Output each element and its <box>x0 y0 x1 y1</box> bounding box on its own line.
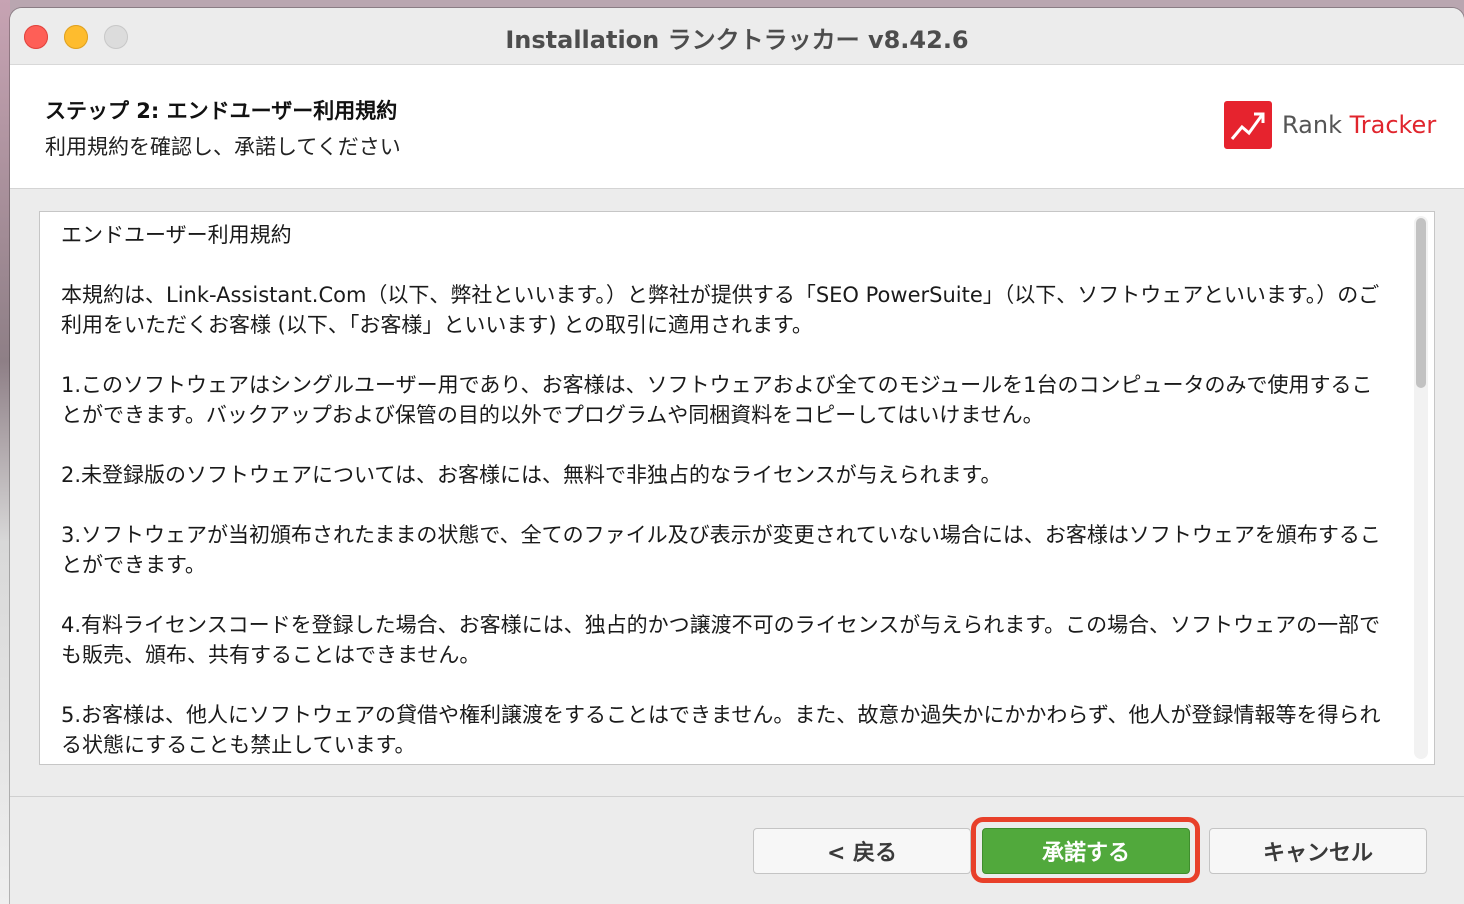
vertical-scrollbar[interactable] <box>1414 216 1428 759</box>
content-area: エンドユーザー利用規約 本規約は、Link-Assistant.Com（以下、弊… <box>10 189 1464 789</box>
agreement-paragraph: 4.有料ライセンスコードを登録した場合、お客様には、独占的かつ譲渡不可のライセン… <box>61 613 1381 667</box>
window-title: Installation ランクトラッカー v8.42.6 <box>505 26 969 54</box>
agreement-paragraph: 5.お客様は、他人にソフトウェアの貸借や権利譲渡をすることはできません。また、故… <box>61 703 1381 757</box>
agreement-paragraph: 1.このソフトウェアはシングルユーザー用であり、お客様は、ソフトウェアおよび全て… <box>61 373 1373 427</box>
logo-wordmark: Rank Tracker <box>1282 111 1436 139</box>
agreement-heading: エンドユーザー利用規約 <box>61 223 292 247</box>
scrollbar-thumb[interactable] <box>1416 218 1426 388</box>
accept-button[interactable]: 承諾する <box>982 828 1190 874</box>
cancel-button[interactable]: キャンセル <box>1209 828 1427 874</box>
license-agreement-textbox[interactable]: エンドユーザー利用規約 本規約は、Link-Assistant.Com（以下、弊… <box>39 211 1435 765</box>
installer-window: Installation ランクトラッカー v8.42.6 ステップ 2: エン… <box>10 8 1464 904</box>
agreement-paragraph: 2.未登録版のソフトウェアについては、お客様には、無料で非独占的なライセンスが与… <box>61 463 1002 487</box>
logo-rank-text: Rank <box>1282 111 1342 139</box>
rank-tracker-logo-icon <box>1224 101 1272 149</box>
step-subtitle: 利用規約を確認し、承諾してください <box>45 135 401 159</box>
back-button[interactable]: < 戻る <box>753 828 971 874</box>
title-bar: Installation ランクトラッカー v8.42.6 <box>10 8 1464 65</box>
step-header: ステップ 2: エンドユーザー利用規約 利用規約を確認し、承諾してください Ra… <box>10 65 1464 189</box>
logo-tracker-text: Tracker <box>1349 111 1437 139</box>
desktop-background <box>0 0 10 904</box>
footer-divider <box>10 796 1464 797</box>
agreement-paragraph: 3.ソフトウェアが当初頒布されたままの状態で、全てのファイル及び表示が変更されて… <box>61 523 1381 577</box>
license-agreement-text: エンドユーザー利用規約 本規約は、Link-Assistant.Com（以下、弊… <box>61 220 1391 764</box>
rank-tracker-logo: Rank Tracker <box>1224 100 1436 150</box>
step-title: ステップ 2: エンドユーザー利用規約 <box>45 99 398 123</box>
agreement-paragraph: 本規約は、Link-Assistant.Com（以下、弊社といいます。）と弊社が… <box>61 283 1380 337</box>
